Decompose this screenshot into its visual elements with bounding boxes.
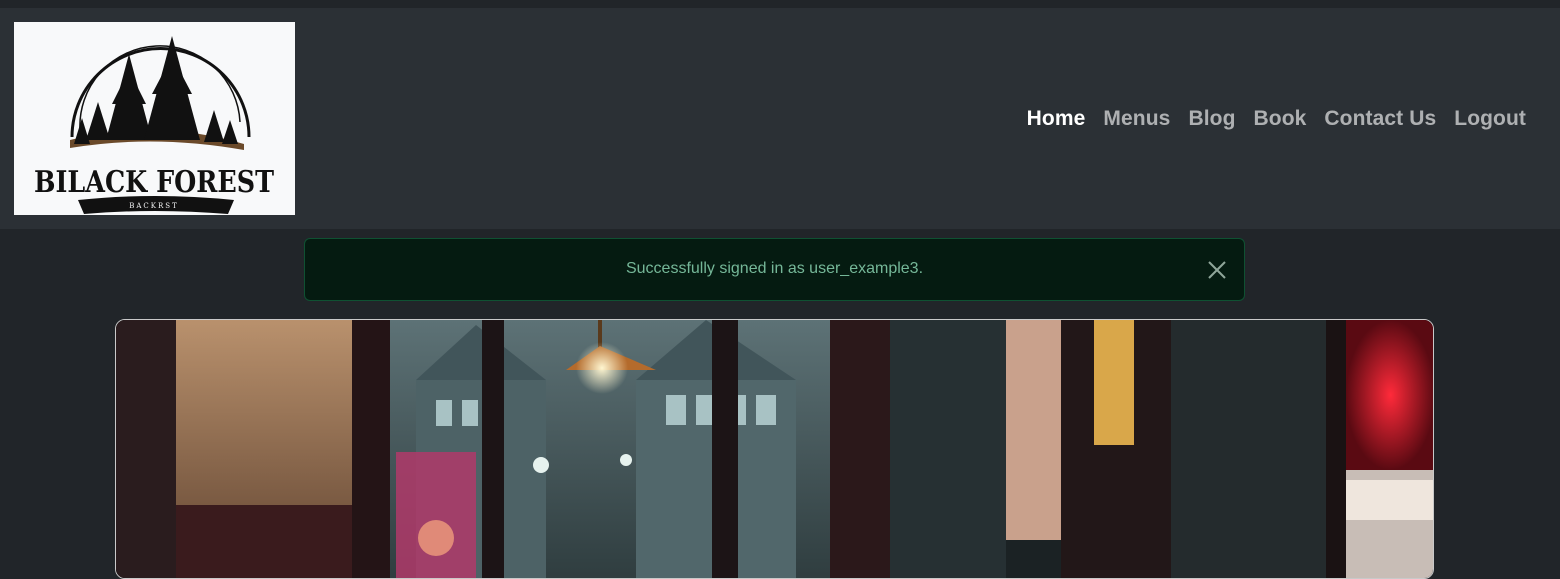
- nav-link-blog[interactable]: Blog: [1188, 107, 1235, 131]
- nav-link-contact-us[interactable]: Contact Us: [1324, 107, 1436, 131]
- navbar: BILACK FOREST BACKRST Home Menus Blog Bo…: [0, 8, 1560, 229]
- brand-logo[interactable]: BILACK FOREST BACKRST: [14, 22, 295, 215]
- top-strip: [0, 0, 1560, 8]
- brand-name: BILACK FOREST: [34, 165, 275, 200]
- close-icon[interactable]: [1204, 257, 1230, 283]
- restaurant-interior-photo: [116, 320, 1433, 578]
- hero-image: [115, 319, 1434, 579]
- success-alert: Successfully signed in as user_example3.: [304, 238, 1245, 301]
- brand-tagline: BACKRST: [129, 202, 179, 210]
- nav-link-logout[interactable]: Logout: [1454, 107, 1526, 131]
- main-nav: Home Menus Blog Book Contact Us Logout: [1027, 104, 1526, 134]
- nav-link-home[interactable]: Home: [1027, 107, 1086, 131]
- forest-logo-icon: BILACK FOREST BACKRST: [34, 36, 276, 214]
- nav-link-book[interactable]: Book: [1254, 107, 1307, 131]
- alert-message: Successfully signed in as user_example3.: [625, 260, 924, 277]
- nav-link-menus[interactable]: Menus: [1103, 107, 1170, 131]
